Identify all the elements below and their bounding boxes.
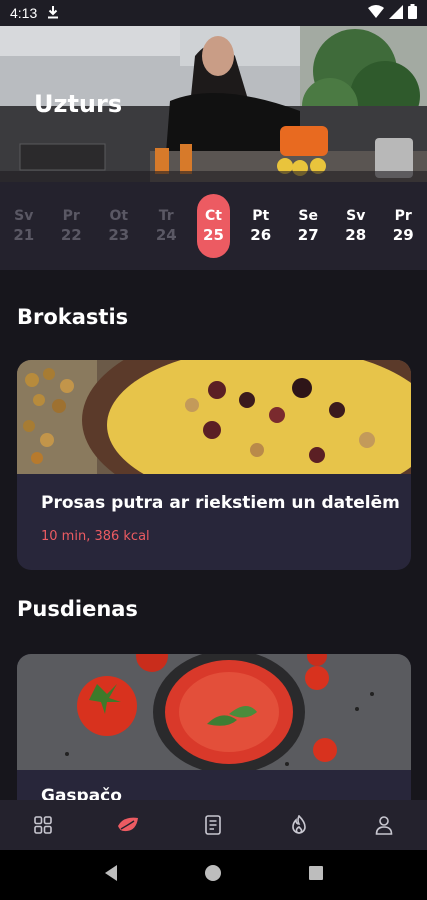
profile-icon[interactable] [364,805,404,845]
flame-icon[interactable] [279,805,319,845]
day-item[interactable]: Pr 22 [48,194,96,258]
section-title-breakfast: Brokastis [17,305,129,329]
day-item[interactable]: Sv 28 [332,194,380,258]
day-weekday: Ot [109,208,129,224]
day-weekday: Pr [62,208,80,224]
day-selector: Sv 21 Pr 22 Ot 23 Tr 24 Ct 25 Pt 26 Se 27 Sv 28 … [0,182,427,270]
wifi-icon [368,4,384,22]
battery-icon [408,4,417,22]
grid-icon[interactable] [23,805,63,845]
home-icon[interactable] [204,864,222,887]
day-weekday: Tr [158,208,174,224]
page-title: Uzturs [34,90,123,118]
leaf-icon[interactable] [108,805,148,845]
day-weekday: Sv [14,208,34,224]
meal-name: Prosas putra ar riekstiem un datelēm [41,493,400,513]
day-number: 27 [297,226,319,244]
meal-card-lunch[interactable]: Gaspačo [17,654,411,800]
status-bar: 4:13 [0,0,427,26]
day-number: 29 [392,226,414,244]
system-nav-bar [0,850,427,900]
day-item-selected[interactable]: Ct 25 [197,194,230,258]
document-icon[interactable] [193,805,233,845]
day-number: 24 [155,226,177,244]
day-item[interactable]: Ot 23 [95,194,143,258]
day-weekday: Se [298,208,318,224]
meal-image [17,360,411,474]
meal-list: Brokastis Prosas putra ar riekstiem un d… [0,270,427,800]
day-item[interactable]: Se 27 [284,194,332,258]
day-item[interactable]: Tr 24 [143,194,191,258]
meal-image [17,654,411,770]
day-number: 23 [108,226,130,244]
day-weekday: Ct [205,208,222,224]
day-number: 25 [203,226,224,244]
meal-name: Gaspačo [41,786,122,800]
bottom-nav [0,800,427,850]
meal-meta: 10 min, 386 kcal [41,529,150,544]
signal-icon [389,4,403,22]
day-item[interactable]: Pr 29 [379,194,427,258]
day-number: 26 [250,226,272,244]
header-banner: Uzturs [0,26,427,182]
download-icon [47,5,59,22]
day-weekday: Pr [394,208,412,224]
day-number: 21 [13,226,35,244]
meal-card-breakfast[interactable]: Prosas putra ar riekstiem un datelēm 10 … [17,360,411,570]
day-weekday: Pt [252,208,270,224]
section-title-lunch: Pusdienas [17,597,138,621]
day-item[interactable]: Sv 21 [0,194,48,258]
back-icon[interactable] [103,864,119,887]
day-number: 28 [345,226,367,244]
day-weekday: Sv [346,208,366,224]
recents-icon[interactable] [308,865,324,886]
status-time: 4:13 [10,5,38,21]
day-number: 22 [60,226,82,244]
day-item[interactable]: Pt 26 [237,194,285,258]
